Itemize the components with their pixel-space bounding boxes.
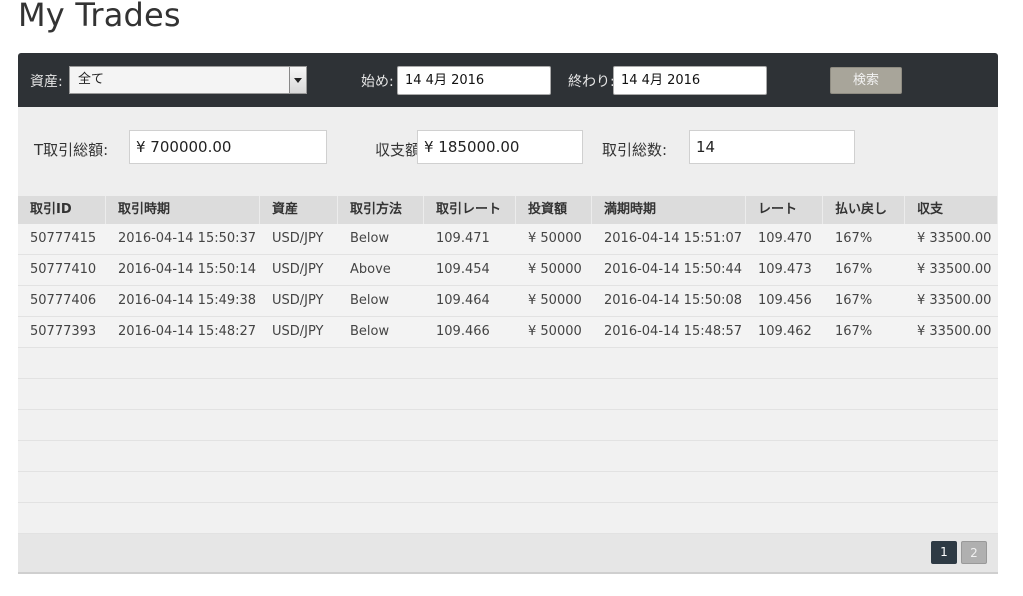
table-cell: 167%: [835, 231, 873, 246]
empty-row: [18, 472, 998, 503]
table-cell: ¥ 33500.00: [917, 231, 992, 246]
table-cell: USD/JPY: [272, 231, 324, 246]
table-row[interactable]: 50777415 2016-04-14 15:50:37 USD/JPY Below 1…: [18, 224, 998, 255]
empty-row: [18, 441, 998, 472]
table-cell: 109.473: [758, 262, 812, 277]
table-cell: 2016-04-14 15:51:07: [604, 231, 743, 246]
balance-field: ¥ 185000.00: [417, 130, 583, 164]
column-header[interactable]: 満期時期: [592, 196, 746, 224]
trade-count-label: 取引総数:: [602, 141, 668, 159]
asset-select-value: 全て: [78, 72, 105, 87]
table-cell: USD/JPY: [272, 324, 324, 339]
column-header[interactable]: 取引レート: [424, 196, 516, 224]
asset-label: 資産:: [30, 74, 63, 90]
start-date-label: 始め:: [361, 74, 394, 90]
table-cell: 167%: [835, 293, 873, 308]
table-cell: 2016-04-14 15:50:44: [604, 262, 743, 277]
summary-panel: T取引総額: ¥ 700000.00 収支額: ¥ 185000.00 取引総数…: [18, 107, 998, 196]
table-cell: ¥ 50000: [528, 231, 582, 246]
table-row[interactable]: 50777393 2016-04-14 15:48:27 USD/JPY Below 1…: [18, 317, 998, 348]
table-cell: ¥ 33500.00: [917, 262, 992, 277]
page-title: My Trades: [18, 0, 181, 34]
empty-row: [18, 503, 998, 534]
filter-bar: 資産: 全て 始め: 14 4月 2016 終わり: 14 4月 2016 検索: [18, 53, 998, 107]
table-cell: 2016-04-14 15:48:27: [118, 324, 257, 339]
table-cell: Above: [350, 262, 391, 277]
table-cell: 167%: [835, 262, 873, 277]
empty-row: [18, 410, 998, 441]
trades-table: 取引ID 取引時期 資産 取引方法 取引レート 投資額 満期時期 レート 払い戻…: [18, 196, 998, 574]
table-row[interactable]: 50777406 2016-04-14 15:49:38 USD/JPY Below 1…: [18, 286, 998, 317]
empty-row: [18, 348, 998, 379]
total-trade-field: ¥ 700000.00: [129, 130, 327, 164]
chevron-down-icon[interactable]: [289, 67, 306, 93]
column-header[interactable]: 取引方法: [338, 196, 424, 224]
table-cell: ¥ 33500.00: [917, 293, 992, 308]
table-cell: ¥ 33500.00: [917, 324, 992, 339]
search-button[interactable]: 検索: [830, 67, 902, 94]
table-cell: ¥ 50000: [528, 293, 582, 308]
table-cell: 109.464: [436, 293, 490, 308]
column-header[interactable]: レート: [746, 196, 823, 224]
table-cell: 2016-04-14 15:50:08: [604, 293, 743, 308]
table-cell: 50777410: [30, 262, 97, 277]
table-cell: 109.470: [758, 231, 812, 246]
table-cell: 2016-04-14 15:48:57: [604, 324, 743, 339]
table-cell: 2016-04-14 15:49:38: [118, 293, 257, 308]
column-header[interactable]: 取引ID: [18, 196, 106, 224]
asset-select[interactable]: 全て: [69, 66, 307, 94]
table-row[interactable]: 50777410 2016-04-14 15:50:14 USD/JPY Above 1…: [18, 255, 998, 286]
end-date-input[interactable]: 14 4月 2016: [613, 66, 767, 95]
table-cell: USD/JPY: [272, 293, 324, 308]
trade-count-field: 14: [689, 130, 855, 164]
table-cell: 2016-04-14 15:50:37: [118, 231, 257, 246]
table-header: 取引ID 取引時期 資産 取引方法 取引レート 投資額 満期時期 レート 払い戻…: [18, 196, 998, 224]
pagination-bar: 1 2: [18, 534, 998, 574]
end-date-label: 終わり:: [568, 74, 615, 90]
table-cell: ¥ 50000: [528, 324, 582, 339]
page-2-button[interactable]: 2: [961, 541, 987, 564]
table-cell: 109.456: [758, 293, 812, 308]
table-cell: Below: [350, 293, 390, 308]
table-cell: 167%: [835, 324, 873, 339]
column-header[interactable]: 投資額: [516, 196, 592, 224]
table-cell: 109.454: [436, 262, 490, 277]
column-header[interactable]: 取引時期: [106, 196, 260, 224]
table-cell: 50777415: [30, 231, 97, 246]
empty-row: [18, 379, 998, 410]
table-cell: 2016-04-14 15:50:14: [118, 262, 257, 277]
total-trade-label: T取引総額:: [34, 141, 109, 159]
table-cell: 109.466: [436, 324, 490, 339]
column-header[interactable]: 収支: [905, 196, 998, 224]
start-date-input[interactable]: 14 4月 2016: [397, 66, 551, 95]
page-1-button[interactable]: 1: [931, 541, 957, 564]
table-cell: 109.471: [436, 231, 490, 246]
table-cell: 50777406: [30, 293, 97, 308]
column-header[interactable]: 資産: [260, 196, 338, 224]
table-cell: 109.462: [758, 324, 812, 339]
table-body: 50777415 2016-04-14 15:50:37 USD/JPY Below 1…: [18, 224, 998, 534]
table-cell: USD/JPY: [272, 262, 324, 277]
table-cell: Below: [350, 231, 390, 246]
table-cell: 50777393: [30, 324, 97, 339]
table-cell: Below: [350, 324, 390, 339]
column-header[interactable]: 払い戻し: [823, 196, 905, 224]
table-cell: ¥ 50000: [528, 262, 582, 277]
